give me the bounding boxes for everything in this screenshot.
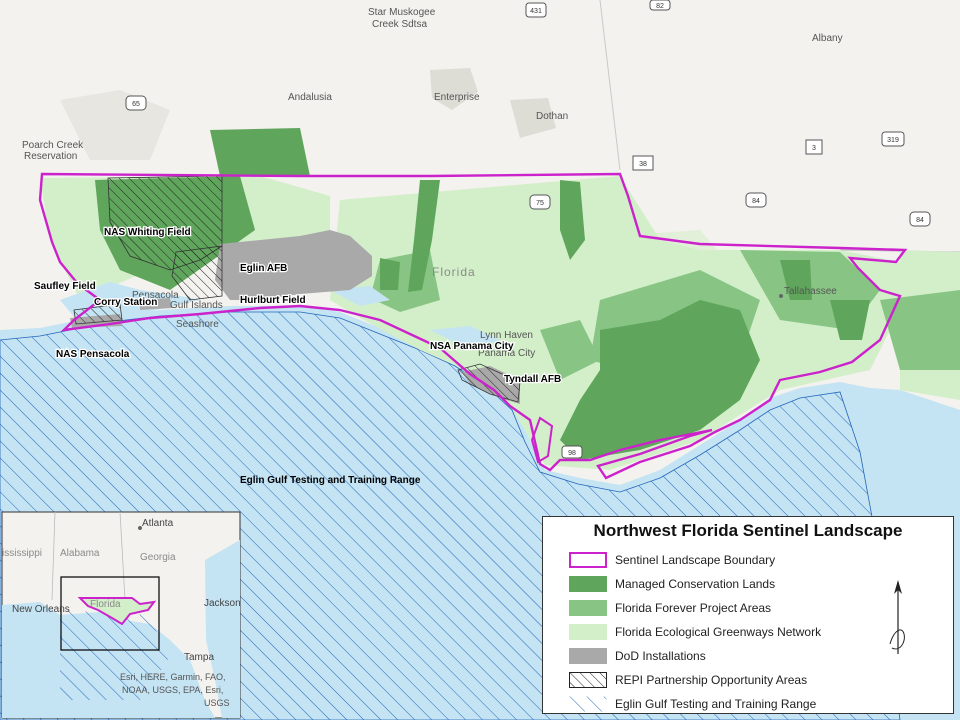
svg-text:38: 38 [639,161,647,168]
legend-label: DoD Installations [615,649,706,663]
label-dothan: Dothan [536,111,568,122]
shield-319: 319 [881,131,905,147]
shield-98: 98 [561,445,583,459]
label-gulf-islands: Gulf Islands [170,300,223,311]
legend-label: Florida Ecological Greenways Network [615,625,822,639]
label-tallahassee: Tallahassee [784,286,837,297]
label-nsa-panama-city: NSA Panama City [430,341,514,352]
svg-text:84: 84 [916,217,924,224]
legend-item-dod: DoD Installations [569,647,706,665]
label-nas-whiting: NAS Whiting Field [104,227,191,238]
legend-label: Managed Conservation Lands [615,577,776,591]
label-corry: Corry Station [94,297,157,308]
label-eglin-afb: Eglin AFB [240,263,287,274]
legend-item-forever: Florida Forever Project Areas [569,599,771,617]
svg-text:65: 65 [132,101,140,108]
inset-atlanta: Atlanta [142,518,174,529]
legend-label: REPI Partnership Opportunity Areas [615,673,808,687]
legend-label: Eglin Gulf Testing and Training Range [615,697,817,711]
label-seashore: Seashore [176,319,219,330]
shield-65: 65 [125,95,147,111]
inset-credit-1: Esri, HERE, Garmin, FAO, [120,672,226,682]
shield-38: 38 [632,155,654,171]
label-poarch-1: Poarch Creek [22,140,84,151]
legend-item-boundary: Sentinel Landscape Boundary [569,551,775,569]
shield-82: 82 [649,0,671,11]
label-hurlburt: Hurlburt Field [240,295,306,306]
inset-credit-2: NOAA, USGS, EPA, Esri, [122,685,223,695]
svg-text:82: 82 [656,3,664,10]
inset-credit-3: USGS [204,698,230,708]
legend-item-range: Eglin Gulf Testing and Training Range [569,695,816,713]
dod-swatch [569,648,607,664]
inset-alabama: Alabama [60,548,100,559]
black-hatch [569,672,607,688]
forever-swatch [569,600,607,616]
label-enterprise: Enterprise [434,92,480,103]
greenway-swatch [569,624,607,640]
label-star-muskogee: Star Muskogee [368,7,436,18]
label-tyndall: Tyndall AFB [504,374,561,385]
svg-text:75: 75 [536,200,544,207]
inset-jacksonville: Jackson [204,598,241,609]
shield-75: 75 [529,194,551,210]
shield-84-a: 84 [745,192,767,208]
legend-item-managed: Managed Conservation Lands [569,575,775,593]
label-lynn-haven: Lynn Haven [480,330,533,341]
inset-georgia: Georgia [140,552,176,563]
legend-title: Northwest Florida Sentinel Landscape [593,521,903,540]
label-albany: Albany [812,33,843,44]
label-creek-sdtsa: Creek Sdtsa [372,19,427,30]
boundary-swatch [569,552,607,568]
inset-map[interactable]: Atlanta Alabama Georgia ississippi New O… [1,511,241,719]
inset-atlanta-dot [138,526,142,530]
inset-new-orleans: New Orleans [12,604,70,615]
north-arrow-icon [889,580,905,654]
svg-text:98: 98 [568,450,576,457]
svg-text:84: 84 [752,198,760,205]
label-andalusia: Andalusia [288,92,332,103]
legend-label: Florida Forever Project Areas [615,601,772,615]
legend-item-greenways: Florida Ecological Greenways Network [569,623,821,641]
label-saufley: Saufley Field [34,281,96,292]
label-nas-pensacola: NAS Pensacola [56,349,130,360]
tallahassee-dot [779,294,783,298]
legend-label: Sentinel Landscape Boundary [615,553,776,567]
inset-mississippi: ississippi [2,548,42,559]
svg-text:319: 319 [887,137,899,144]
label-eglin-range: Eglin Gulf Testing and Training Range [240,475,421,486]
shield-431: 431 [525,2,547,18]
shield-3: 3 [805,139,823,155]
label-poarch-2: Reservation [24,151,77,162]
shield-84-b: 84 [909,211,931,227]
managed-swatch [569,576,607,592]
blue-hatch [569,696,607,712]
inset-tampa: Tampa [184,652,214,663]
inset-florida: Florida [90,599,121,610]
svg-text:431: 431 [530,8,542,15]
label-florida: Florida [432,265,476,279]
legend-item-repi: REPI Partnership Opportunity Areas [569,671,807,689]
svg-text:3: 3 [812,145,816,152]
